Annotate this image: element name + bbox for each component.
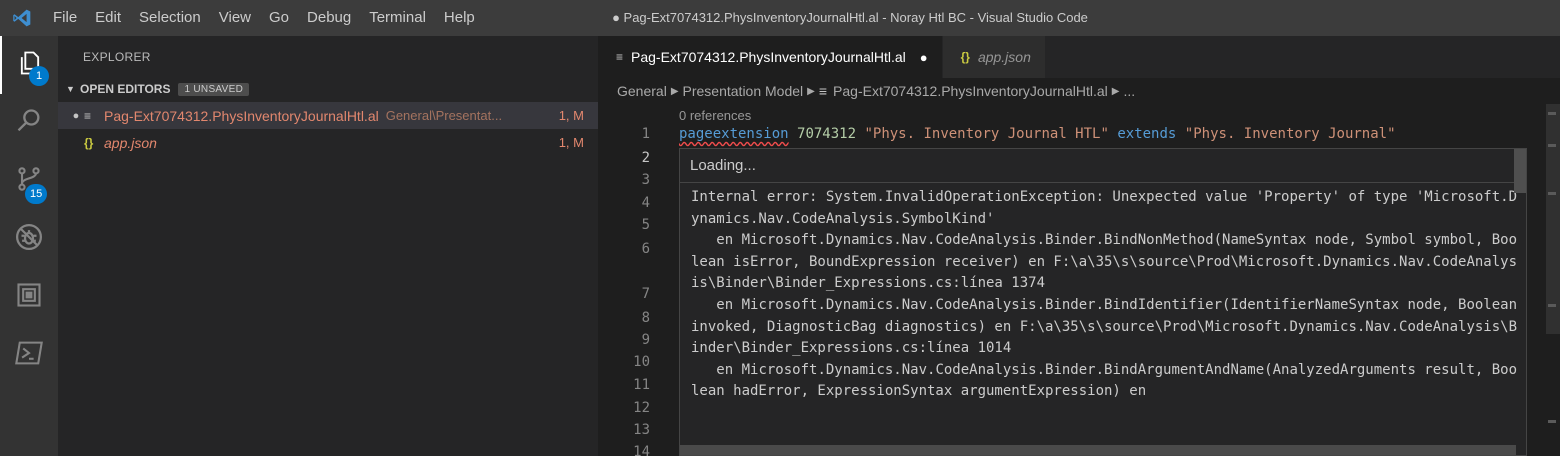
activity-extensions[interactable]: [0, 268, 58, 326]
line-number: 6: [641, 241, 650, 257]
open-editor-item[interactable]: ● ≡ Pag-Ext7074312.PhysInventoryJournalH…: [58, 102, 598, 129]
code-line-1[interactable]: pageextension 7074312 "Phys. Inventory J…: [679, 126, 1396, 142]
activity-terminal[interactable]: [0, 326, 58, 384]
keyword-extends: extends: [1117, 126, 1177, 142]
file-lines-icon: ≡: [616, 50, 624, 64]
title-bar: File Edit Selection View Go Debug Termin…: [0, 0, 1560, 36]
activity-debug[interactable]: [0, 210, 58, 268]
menu-selection[interactable]: Selection: [130, 0, 210, 36]
hover-horizontal-scrollbar[interactable]: [680, 445, 1516, 455]
menu-file[interactable]: File: [44, 0, 86, 36]
line-number: 13: [633, 422, 650, 438]
line-number: 8: [641, 310, 650, 326]
menu-go[interactable]: Go: [260, 0, 298, 36]
activity-search[interactable]: [0, 94, 58, 152]
chevron-right-icon: ▶: [1111, 85, 1120, 97]
open-editor-name: Pag-Ext7074312.PhysInventoryJournalHtl.a…: [104, 107, 379, 124]
line-number: 1: [641, 126, 650, 142]
line-number: 2: [641, 150, 650, 166]
chevron-down-icon: ▼: [66, 84, 75, 94]
open-editor-status: 1, M: [558, 108, 584, 123]
hover-loading-text: Loading...: [680, 149, 1526, 183]
menu-view[interactable]: View: [210, 0, 260, 36]
breadcrumb-item[interactable]: Pag-Ext7074312.PhysInventoryJournalHtl.a…: [833, 83, 1108, 99]
tab-app-json[interactable]: {} app.json: [942, 36, 1046, 78]
search-icon: [15, 107, 43, 140]
tab-label: app.json: [977, 49, 1031, 65]
overview-ruler-mark: [1548, 112, 1556, 115]
editor-tabs: ≡ Pag-Ext7074312.PhysInventoryJournalHtl…: [598, 36, 1560, 78]
editor-group: ≡ Pag-Ext7074312.PhysInventoryJournalHtl…: [598, 36, 1560, 456]
menu-debug[interactable]: Debug: [298, 0, 360, 36]
menu-bar: File Edit Selection View Go Debug Termin…: [44, 0, 484, 36]
activity-source-control[interactable]: 15: [0, 152, 58, 210]
line-number: 12: [633, 400, 650, 416]
overview-ruler-mark: [1548, 304, 1556, 307]
vscode-logo-icon: [8, 0, 36, 36]
open-editor-item[interactable]: {} app.json 1, M: [58, 129, 598, 156]
line-number: 7: [641, 286, 650, 302]
unsaved-badge: 1 UNSAVED: [178, 82, 250, 96]
object-name: "Phys. Inventory Journal HTL": [864, 126, 1109, 142]
overview-ruler-mark: [1548, 420, 1556, 423]
activity-explorer[interactable]: 1: [0, 36, 58, 94]
dirty-dot-icon[interactable]: ●: [920, 50, 928, 65]
menu-help[interactable]: Help: [435, 0, 484, 36]
tab-label: Pag-Ext7074312.PhysInventoryJournalHtl.a…: [631, 49, 906, 65]
open-editor-status: 1, M: [558, 135, 584, 150]
hover-error-message: Internal error: System.InvalidOperationE…: [691, 189, 1518, 400]
line-number: 10: [633, 354, 650, 370]
explorer-sidebar: EXPLORER ▼ OPEN EDITORS 1 UNSAVED ● ≡ Pa…: [58, 36, 598, 456]
object-id: 7074312: [797, 126, 857, 142]
open-editor-name: app.json: [104, 134, 157, 151]
extensions-icon: [15, 281, 43, 314]
open-editor-path: General\Presentat...: [385, 108, 503, 123]
breadcrumb-item[interactable]: ...: [1123, 83, 1135, 99]
breadcrumb: General ▶ Presentation Model ▶ ≡ Pag-Ext…: [598, 78, 1560, 104]
overview-ruler-mark: [1548, 144, 1556, 147]
tab-pag-ext[interactable]: ≡ Pag-Ext7074312.PhysInventoryJournalHtl…: [598, 36, 943, 78]
explorer-badge: 1: [29, 66, 49, 86]
dirty-dot-icon[interactable]: ●: [58, 110, 84, 122]
debug-icon: [14, 222, 44, 257]
hover-popup: Loading... Internal error: System.Invali…: [679, 148, 1527, 456]
open-editors-header[interactable]: ▼ OPEN EDITORS 1 UNSAVED: [58, 76, 598, 102]
line-number: 5: [641, 217, 650, 233]
json-braces-icon: {}: [960, 50, 970, 64]
editor-scrollbar[interactable]: [1546, 104, 1560, 456]
extended-object-name: "Phys. Inventory Journal": [1184, 126, 1396, 142]
open-editors-label: OPEN EDITORS: [80, 82, 171, 96]
line-number: 4: [641, 195, 650, 211]
scm-badge: 15: [25, 184, 48, 204]
activity-bar: 1 15: [0, 36, 58, 456]
line-number: 9: [641, 332, 650, 348]
breadcrumb-item[interactable]: General: [617, 83, 667, 99]
editor-scrollbar-thumb[interactable]: [1546, 104, 1560, 334]
codelens-references[interactable]: 0 references: [679, 108, 751, 123]
keyword-pageextension: pageextension: [679, 126, 789, 142]
chevron-right-icon: ▶: [807, 85, 815, 97]
file-lines-icon: ≡: [84, 108, 92, 123]
menu-terminal[interactable]: Terminal: [360, 0, 435, 36]
overview-ruler-mark: [1548, 192, 1556, 195]
json-braces-icon: {}: [84, 135, 94, 150]
breadcrumb-item[interactable]: Presentation Model: [683, 83, 804, 99]
sidebar-title: EXPLORER: [83, 50, 151, 64]
terminal-icon: [14, 339, 44, 372]
hover-vertical-scrollbar[interactable]: [1514, 149, 1526, 193]
line-number: 14: [633, 444, 650, 456]
menu-edit[interactable]: Edit: [86, 0, 130, 36]
chevron-right-icon: ▶: [670, 85, 679, 97]
line-number: 3: [641, 172, 650, 188]
line-number: 11: [633, 377, 650, 393]
file-lines-icon: ≡: [818, 83, 828, 99]
